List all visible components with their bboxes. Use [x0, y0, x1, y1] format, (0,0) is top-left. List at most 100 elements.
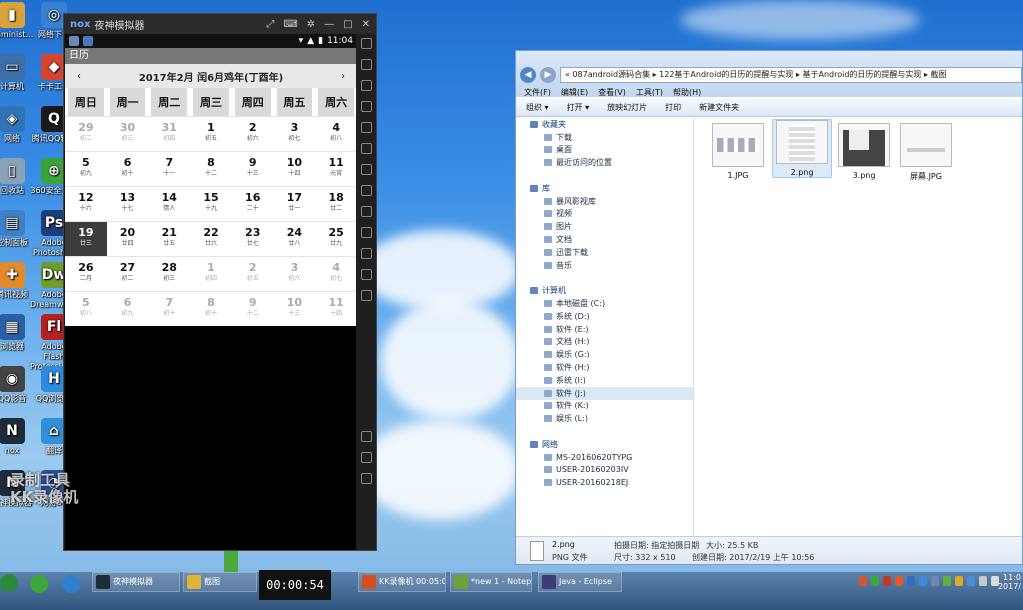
start-button[interactable]: [0, 574, 18, 592]
calendar-day[interactable]: 31 初四: [148, 116, 191, 151]
menu-item[interactable]: 编辑(E): [561, 87, 588, 99]
calendar-day[interactable]: 3 初六: [273, 256, 316, 291]
calendar-day[interactable]: 16 二十: [231, 186, 274, 221]
android-screen[interactable]: ▾ ▲ ▮ 11:04 日历 ‹ 2017年2月 闰6月鸡年(丁酉年) › 周日…: [65, 34, 357, 550]
nav-item[interactable]: 图片: [516, 220, 693, 233]
toolbar-button[interactable]: 组织 ▾: [526, 102, 549, 113]
nav-group[interactable]: 收藏夹: [516, 118, 693, 131]
calendar-day[interactable]: 12 十六: [65, 186, 107, 221]
nav-item[interactable]: 下载: [516, 131, 693, 144]
calendar-day-selected[interactable]: 19 廿三: [65, 221, 107, 256]
taskbar-item[interactable]: KK录像机 00:05:02: [358, 572, 446, 592]
tray-icon[interactable]: [871, 576, 879, 586]
nav-item[interactable]: 文档 (H:): [516, 336, 693, 349]
sidebar-tool-icon[interactable]: [360, 122, 372, 133]
back-icon[interactable]: [360, 431, 372, 442]
nav-group[interactable]: 库: [516, 182, 693, 195]
network-icon[interactable]: [979, 576, 987, 586]
toolbar-button[interactable]: 新建文件夹: [699, 102, 739, 113]
nav-item[interactable]: 系统 (D:): [516, 310, 693, 323]
sidebar-tool-icon[interactable]: [360, 290, 372, 301]
sidebar-tool-icon[interactable]: [360, 80, 372, 91]
menu-item[interactable]: 工具(T): [636, 87, 663, 99]
nav-item[interactable]: 音乐: [516, 259, 693, 272]
navigation-pane[interactable]: 收藏夹 下载 桌面 最近访问的位置库暴风影视库 视频 图片 文档 迅雷下载 音乐 计算机 本地磁盘 …: [516, 118, 694, 538]
taskbar-item[interactable]: *new 1 - Notepad++: [450, 572, 532, 592]
toolbar-button[interactable]: 打开 ▾: [567, 102, 590, 113]
next-month-button[interactable]: ›: [341, 71, 345, 82]
calendar-day[interactable]: 25 廿九: [315, 221, 357, 256]
calendar-day[interactable]: 22 廿六: [190, 221, 232, 256]
file-item[interactable]: 屏幕.JPG: [896, 123, 956, 182]
nav-item[interactable]: 娱乐 (G:): [516, 348, 693, 361]
nav-item[interactable]: 系统 (I:): [516, 374, 693, 387]
calendar-day[interactable]: 6 初十: [106, 151, 149, 186]
calendar-day[interactable]: 20 廿四: [106, 221, 149, 256]
calendar-day[interactable]: 26 二月: [65, 256, 107, 291]
home-icon[interactable]: [360, 452, 372, 463]
calendar-day[interactable]: 4 初七: [315, 256, 357, 291]
nav-item[interactable]: 软件 (H:): [516, 361, 693, 374]
nav-item[interactable]: 本地磁盘 (C:): [516, 297, 693, 310]
emulator-titlebar[interactable]: nox 夜神模拟器 ⤢ ⌨ ✲ — □ ✕: [64, 14, 376, 34]
nav-item[interactable]: 迅雷下载: [516, 246, 693, 259]
sidebar-tool-icon[interactable]: [360, 185, 372, 196]
close-icon[interactable]: ✕: [362, 19, 370, 30]
calendar-day[interactable]: 24 廿八: [273, 221, 316, 256]
browser-quicklaunch-icon[interactable]: [30, 575, 48, 593]
sidebar-tool-icon[interactable]: [360, 38, 372, 49]
calendar-day[interactable]: 2 初五: [231, 256, 274, 291]
calendar-day[interactable]: 5 初八: [65, 291, 107, 326]
back-button[interactable]: ◀: [520, 67, 536, 83]
file-explorer-window[interactable]: ◀ ▶ « 087android源码合集 ▸ 122基于Android的日历的提…: [515, 50, 1023, 565]
share-icon[interactable]: ⤢: [266, 19, 274, 30]
nav-item[interactable]: 软件 (E:): [516, 323, 693, 336]
calendar-day[interactable]: 28 初三: [148, 256, 191, 291]
sidebar-tool-icon[interactable]: [360, 269, 372, 280]
maximize-icon[interactable]: □: [343, 19, 352, 30]
calendar-day[interactable]: 13 十七: [106, 186, 149, 221]
calendar-day[interactable]: 27 初二: [106, 256, 149, 291]
nav-group[interactable]: 计算机: [516, 284, 693, 297]
calendar-day[interactable]: 6 初九: [106, 291, 149, 326]
calendar-day[interactable]: 1 初四: [190, 256, 232, 291]
settings-icon[interactable]: ✲: [307, 19, 315, 30]
file-item[interactable]: 1.JPG: [708, 123, 768, 180]
file-item[interactable]: 3.png: [834, 123, 894, 180]
calendar-day[interactable]: 21 廿五: [148, 221, 191, 256]
calendar-day[interactable]: 18 廿二: [315, 186, 357, 221]
sidebar-tool-icon[interactable]: [360, 248, 372, 259]
emulator-window[interactable]: nox 夜神模拟器 ⤢ ⌨ ✲ — □ ✕ ▾ ▲ ▮ 11:04 日历 ‹ 2…: [63, 13, 377, 551]
calendar-day[interactable]: 5 初九: [65, 151, 107, 186]
calendar-day[interactable]: 1 初五: [190, 116, 232, 151]
sidebar-tool-icon[interactable]: [360, 227, 372, 238]
sogou-quicklaunch-icon[interactable]: [62, 575, 80, 593]
calendar-day[interactable]: 8 初十: [190, 291, 232, 326]
tray-icon[interactable]: [919, 576, 927, 586]
toolbar-button[interactable]: 打印: [665, 102, 681, 113]
taskbar-clock[interactable]: 11:0 2017/: [998, 573, 1021, 591]
calendar-day[interactable]: 7 初十: [148, 291, 191, 326]
nav-item[interactable]: 视频: [516, 208, 693, 221]
tray-icon[interactable]: [895, 576, 903, 586]
nav-group[interactable]: 网络: [516, 438, 693, 451]
calendar-day[interactable]: 23 廿七: [231, 221, 274, 256]
sidebar-tool-icon[interactable]: [360, 206, 372, 217]
tray-icon[interactable]: [931, 576, 939, 586]
tray-icon[interactable]: [955, 576, 963, 586]
sidebar-tool-icon[interactable]: [360, 59, 372, 70]
calendar-day[interactable]: 10 十三: [273, 291, 316, 326]
menu-item[interactable]: 文件(F): [524, 87, 551, 99]
calendar-day[interactable]: 8 十二: [190, 151, 232, 186]
nav-item[interactable]: 最近访问的位置: [516, 156, 693, 169]
calendar-day[interactable]: 10 十四: [273, 151, 316, 186]
forward-button[interactable]: ▶: [540, 67, 556, 83]
calendar-day[interactable]: 30 初三: [106, 116, 149, 151]
taskbar-item[interactable]: 截图: [183, 572, 257, 592]
calendar-day[interactable]: 15 十九: [190, 186, 232, 221]
toolbar-button[interactable]: 放映幻灯片: [607, 102, 647, 113]
nav-item[interactable]: 暴风影视库: [516, 195, 693, 208]
minimize-icon[interactable]: —: [324, 19, 334, 30]
calendar-day[interactable]: 9 十三: [231, 151, 274, 186]
menu-item[interactable]: 帮助(H): [673, 87, 701, 99]
